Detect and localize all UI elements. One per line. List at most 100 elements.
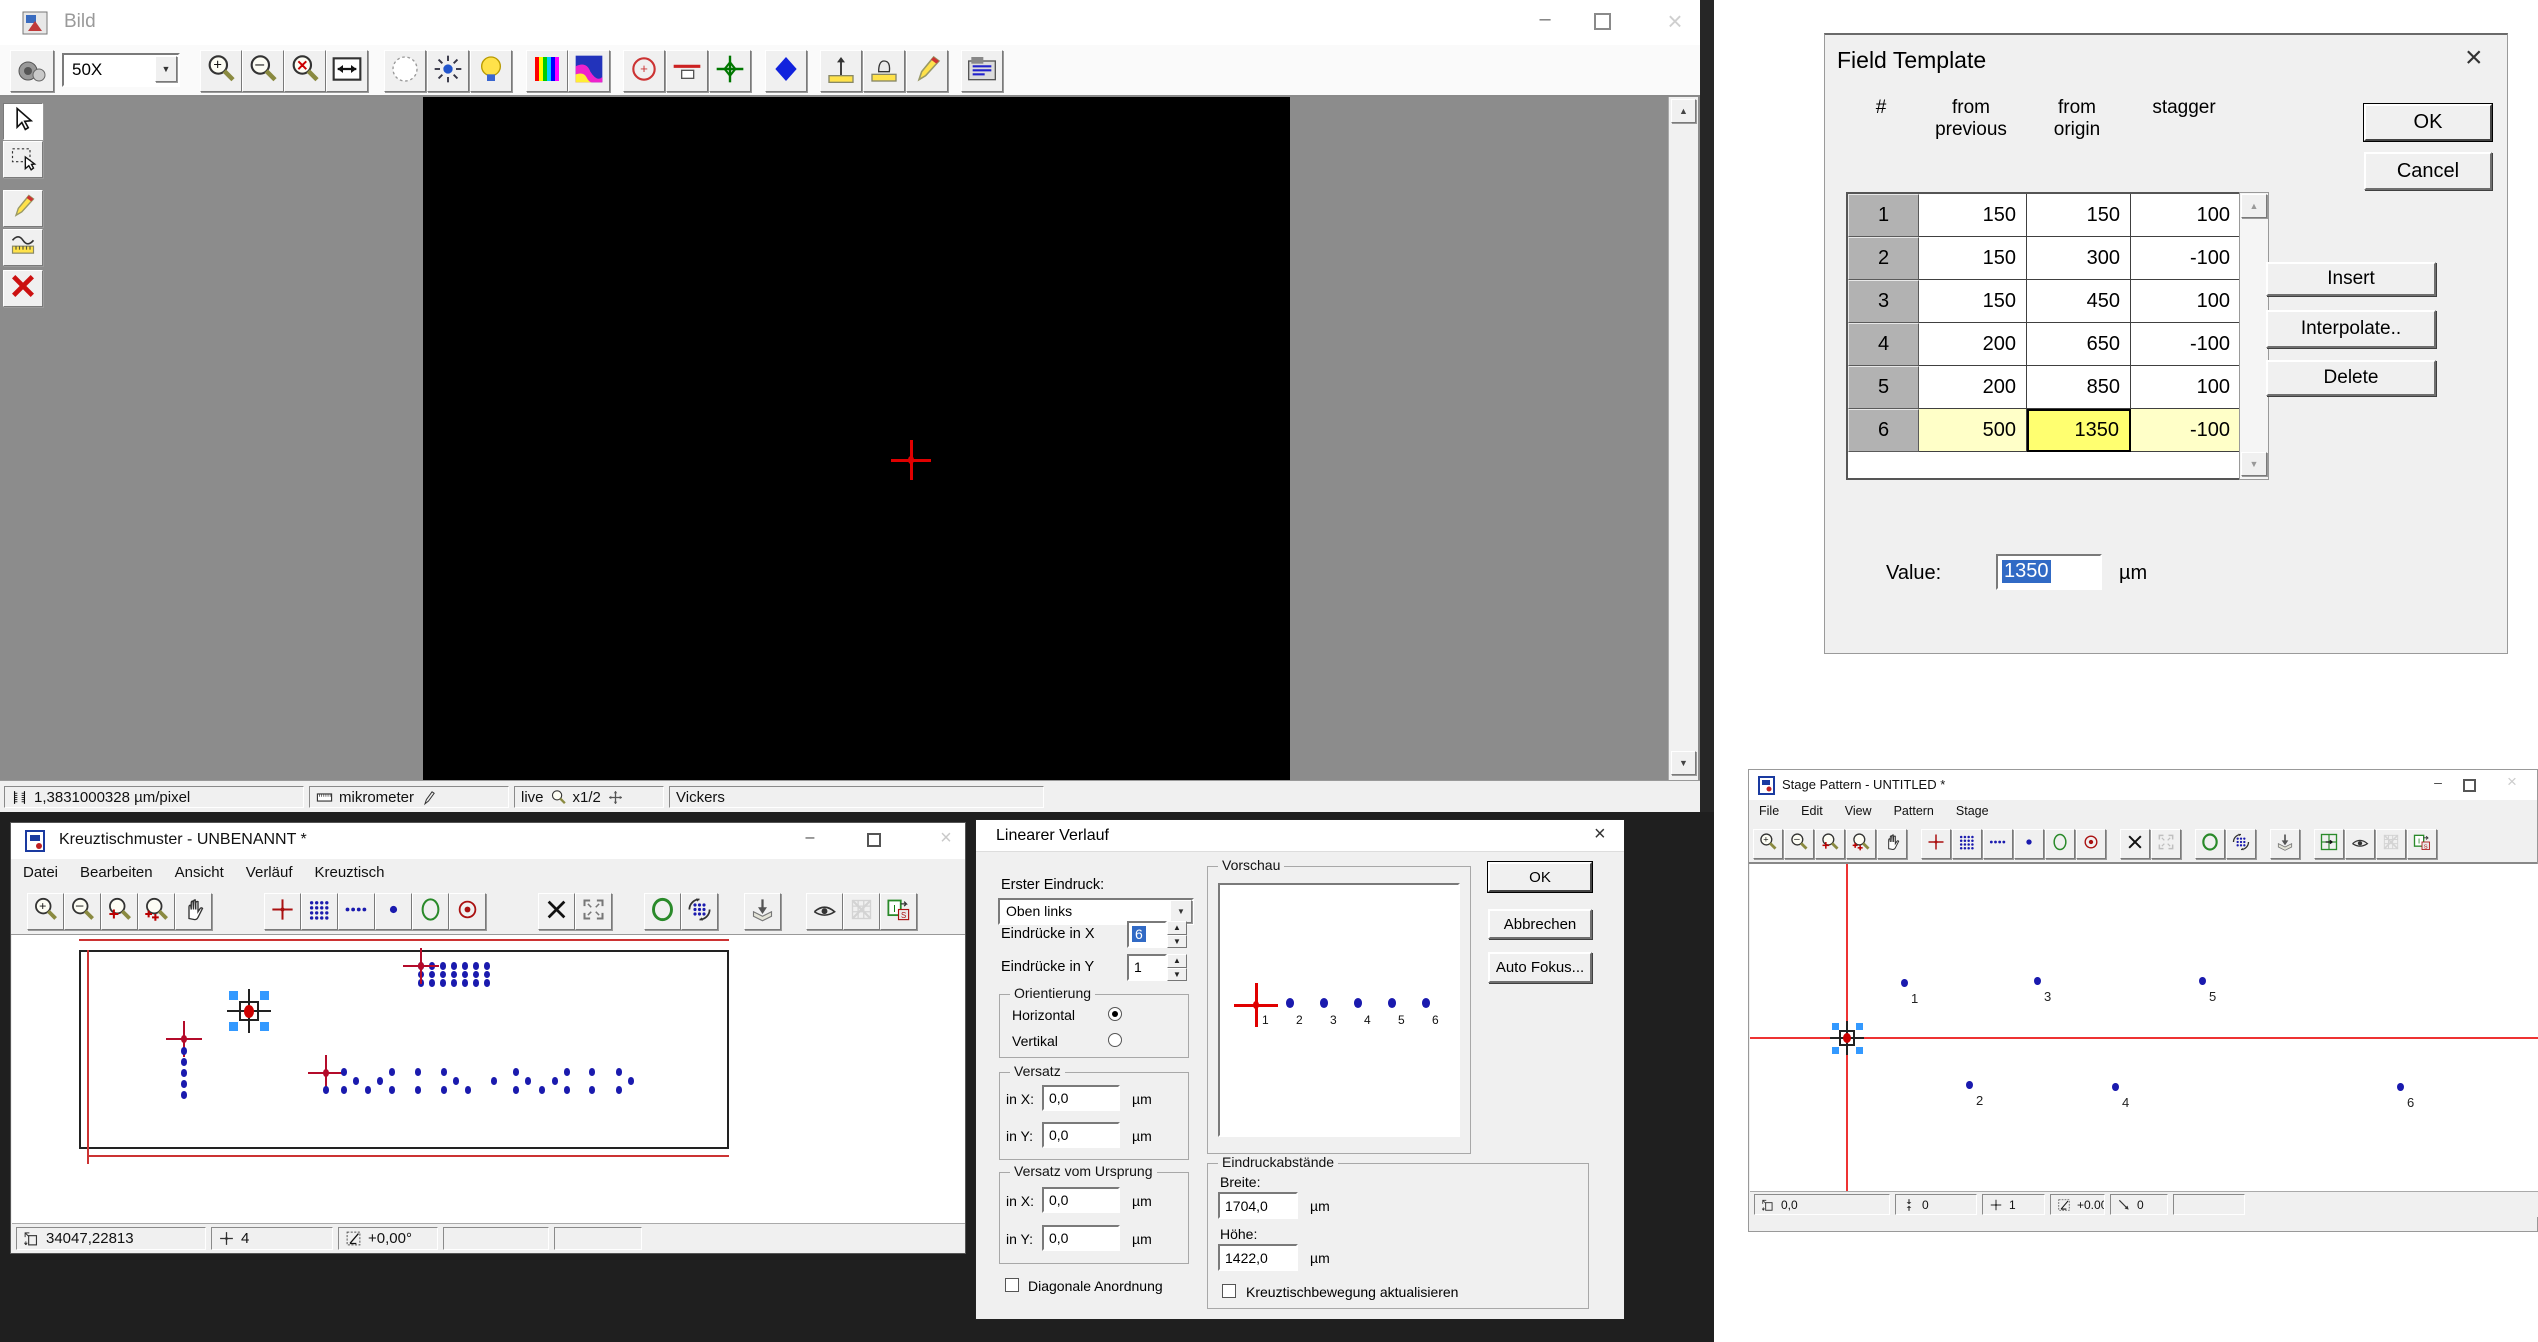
toolbar-button-pattern-row[interactable] [338,893,375,930]
toolbar-button-pencil[interactable] [906,50,948,92]
offset-x-input[interactable]: 0,0 [1042,1085,1120,1111]
kreuztisch-canvas[interactable] [12,935,965,1223]
cancel-button[interactable]: Cancel [2364,152,2492,190]
menu-kreuztisch[interactable]: Kreuztisch [315,864,385,881]
toolbar-button-pattern-circled-point[interactable] [2076,829,2106,859]
toolbar-button-zoom-out[interactable]: – [242,50,284,92]
table-cell[interactable]: 100 [2131,280,2241,323]
toolbar-button-zoom-in[interactable]: + [200,50,242,92]
toolbar-button-grid-disabled[interactable] [2376,829,2406,859]
close-icon[interactable]: × [1594,823,1606,846]
imprints-x-stepper[interactable]: ▲▼ [1167,921,1187,948]
toolbar-button-zoom-cancel[interactable]: ✕ [284,50,326,92]
insert-button[interactable]: Insert [2266,262,2436,296]
scroll-up-icon[interactable]: ▲ [1671,99,1696,123]
toolbar-button-red-ring[interactable]: + [623,50,665,92]
toolbar-button-pattern-point[interactable] [2014,829,2044,859]
ok-button[interactable]: OK [1488,862,1592,892]
close-icon[interactable]: × [1655,6,1695,36]
toolbar-button-brightness[interactable] [427,50,469,92]
toolbar-button-ring[interactable] [2195,829,2225,859]
toolbar-button-measure-ruler[interactable] [820,50,862,92]
menu-edit[interactable]: Edit [1801,804,1823,818]
toolbar-button-color-image[interactable] [568,50,610,92]
side-tool-curve-ruler[interactable] [3,229,43,266]
toolbar-button-pattern-circled-point[interactable] [449,893,486,930]
menu-bearbeiten[interactable]: Bearbeiten [80,864,153,881]
table-cell[interactable]: 1350 [2027,409,2131,452]
bild-scrollbar[interactable]: ▲ ▼ [1668,97,1698,780]
offset-y-input[interactable]: 0,0 [1042,1122,1120,1148]
interpolate-button[interactable]: Interpolate.. [2266,310,2436,348]
toolbar-button-pattern-grid[interactable] [1952,829,1982,859]
toolbar-button-pattern-ellipse[interactable] [412,893,449,930]
table-cell[interactable]: 150 [2027,194,2131,237]
side-tool-pencil[interactable] [3,190,43,227]
origin-x-input[interactable]: 0,0 [1042,1187,1120,1213]
imprints-y-stepper[interactable]: ▲▼ [1167,954,1187,981]
toolbar-button-pattern-cross[interactable] [1921,829,1951,859]
chevron-down-icon[interactable]: ▼ [155,56,177,82]
vertical-radio[interactable] [1108,1033,1122,1047]
toolbar-button-pattern-row[interactable] [1983,829,2013,859]
close-icon[interactable]: × [2465,41,2483,75]
toolbar-button-stage-info[interactable]: IS [880,893,917,930]
toolbar-button-fit-view[interactable] [575,893,612,930]
origin-y-input[interactable]: 0,0 [1042,1225,1120,1251]
toolbar-button-send-stage[interactable] [2270,829,2300,859]
toolbar-button-grid-transfer[interactable] [2314,829,2344,859]
toolbar-button-delete-x[interactable] [538,893,575,930]
table-cell[interactable]: 650 [2027,323,2131,366]
toolbar-button-dashed-circle[interactable] [384,50,426,92]
magnification-select[interactable]: 50X ▼ [62,53,180,87]
toolbar-button-send-stage[interactable] [744,893,781,930]
row-number-cell[interactable]: 6 [1848,409,1919,452]
scroll-down-icon[interactable]: ▼ [1671,751,1696,775]
table-cell[interactable]: -100 [2131,409,2241,452]
chevron-down-icon[interactable]: ▼ [1170,900,1192,923]
table-cell[interactable]: 100 [2131,194,2241,237]
side-tool-red-x[interactable] [3,270,43,307]
table-cell[interactable]: -100 [2131,237,2241,280]
ok-button[interactable]: OK [2364,104,2492,141]
toolbar-button-stage-view[interactable] [806,893,843,930]
side-tool-cursor[interactable] [3,103,43,140]
imprints-y-input[interactable]: 1 [1127,954,1167,981]
toolbar-button-zoom-point[interactable] [101,893,138,930]
field-table[interactable]: 11501501002150300-10031504501004200650-1… [1846,192,2269,480]
toolbar-button-pattern-cycle[interactable] [2226,829,2256,859]
toolbar-button-pattern-ellipse[interactable] [2045,829,2075,859]
menu-pattern[interactable]: Pattern [1894,804,1934,818]
minimize-icon[interactable]: – [2425,774,2451,790]
toolbar-button-stage-view[interactable] [2345,829,2375,859]
toolbar-button-fit-width[interactable] [326,50,368,92]
height-input[interactable]: 1422,0 [1218,1244,1298,1271]
toolbar-button-grid-disabled[interactable] [843,893,880,930]
maximize-icon[interactable] [867,833,881,847]
toolbar-button-lamp[interactable] [470,50,512,92]
horizontal-radio[interactable] [1108,1007,1122,1021]
table-cell[interactable]: 200 [1919,366,2027,409]
toolbar-button-pattern-point[interactable] [375,893,412,930]
table-cell[interactable]: 100 [2131,366,2241,409]
table-cell[interactable]: 850 [2027,366,2131,409]
menu-datei[interactable]: Datei [23,864,58,881]
toolbar-button-pan-hand[interactable] [175,893,212,930]
scroll-up-icon[interactable]: ▲ [2241,194,2267,218]
table-cell[interactable]: 150 [1919,237,2027,280]
delete-button[interactable]: Delete [2266,360,2436,396]
row-number-cell[interactable]: 4 [1848,323,1919,366]
toolbar-button-stage-info[interactable]: IS [2407,829,2437,859]
close-icon[interactable]: × [2499,772,2525,792]
diagonal-checkbox[interactable] [1005,1278,1019,1292]
toolbar-button-zoom-out[interactable]: – [64,893,101,930]
toolbar-button-pan-hand[interactable] [1877,829,1907,859]
menu-file[interactable]: File [1759,804,1779,818]
camera-icon[interactable] [10,50,54,92]
close-icon[interactable]: × [931,827,961,850]
toolbar-button-zoom-point[interactable] [1815,829,1845,859]
toolbar-button-zoom-points[interactable] [138,893,175,930]
table-cell[interactable]: 500 [1919,409,2027,452]
toolbar-button-fit-view[interactable] [2151,829,2181,859]
stage-update-checkbox[interactable] [1222,1284,1236,1298]
